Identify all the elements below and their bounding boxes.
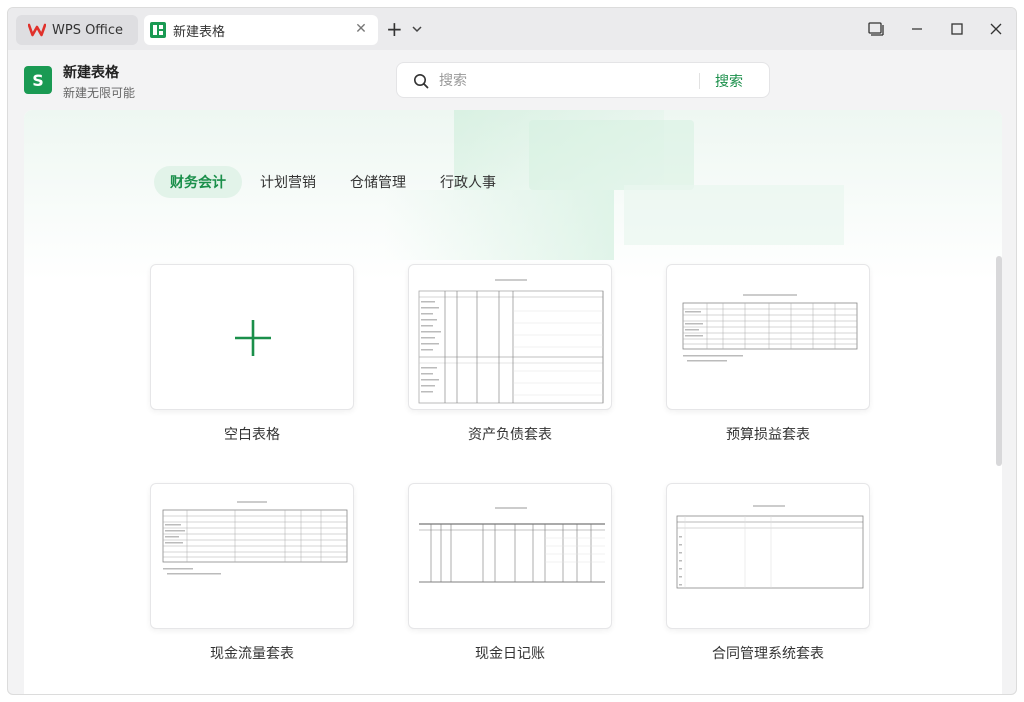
spreadsheet-tab-icon [150, 22, 166, 38]
template-label: 空白表格 [224, 427, 280, 443]
balance-sheet-thumbnail [418, 279, 604, 404]
tab-new-spreadsheet[interactable]: 新建表格 ✕ [144, 15, 378, 45]
template-label: 现金日记账 [475, 646, 545, 662]
template-card-budget-pl[interactable] [666, 264, 870, 410]
template-panel: 财务会计 计划营销 仓储管理 行政人事 空白表格 资产负债套表 预算损益套表 现… [24, 110, 1002, 694]
spreadsheet-app-icon: S [24, 66, 52, 94]
tab-finance-accounting[interactable]: 财务会计 [154, 166, 242, 198]
search-icon [414, 74, 429, 89]
close-window-icon[interactable] [985, 18, 1007, 40]
search-button[interactable]: 搜索 [715, 71, 743, 91]
tab-wps-office-label: WPS Office [52, 22, 124, 38]
chevron-down-icon[interactable] [410, 22, 424, 36]
search-box: 搜索 [396, 62, 770, 98]
tab-bar: WPS Office 新建表格 ✕ + [8, 8, 1016, 50]
wps-logo-icon [28, 23, 46, 37]
template-label: 合同管理系统套表 [712, 646, 824, 662]
template-card-balance-sheet[interactable] [408, 264, 612, 410]
template-card-cash-flow[interactable] [150, 483, 354, 629]
page-title: 新建表格 [63, 65, 119, 81]
budget-pl-thumbnail [682, 294, 858, 362]
tab-warehouse-management[interactable]: 仓储管理 [334, 166, 422, 198]
close-tab-icon[interactable]: ✕ [354, 22, 368, 36]
template-card-cash-journal[interactable] [408, 483, 612, 629]
template-label: 预算损益套表 [726, 427, 810, 443]
app-window: WPS Office 新建表格 ✕ + S 新建表格 新建无限可能 搜索 搜索 … [7, 7, 1017, 695]
search-input[interactable] [439, 69, 679, 93]
page-subtitle: 新建无限可能 [63, 86, 136, 100]
cash-journal-thumbnail [419, 507, 605, 583]
template-label: 资产负债套表 [468, 427, 552, 443]
template-card-blank[interactable] [150, 264, 354, 410]
template-label: 现金流量套表 [210, 646, 294, 662]
vertical-scrollbar[interactable] [996, 256, 1002, 466]
plus-icon [235, 320, 271, 356]
contract-management-thumbnail [676, 505, 864, 589]
cash-flow-thumbnail [162, 501, 348, 575]
tab-admin-hr[interactable]: 行政人事 [424, 166, 512, 198]
template-card-contract-management[interactable] [666, 483, 870, 629]
tab-new-spreadsheet-label: 新建表格 [173, 24, 226, 40]
category-tabs: 财务会计 计划营销 仓储管理 行政人事 [154, 166, 514, 198]
maximize-icon[interactable] [946, 18, 968, 40]
tab-wps-office[interactable]: WPS Office [16, 15, 138, 45]
tile-window-icon[interactable] [865, 18, 887, 40]
tab-planning-marketing[interactable]: 计划营销 [244, 166, 332, 198]
minimize-icon[interactable] [906, 18, 928, 40]
add-tab-icon[interactable]: + [386, 19, 403, 39]
search-divider [699, 73, 700, 89]
